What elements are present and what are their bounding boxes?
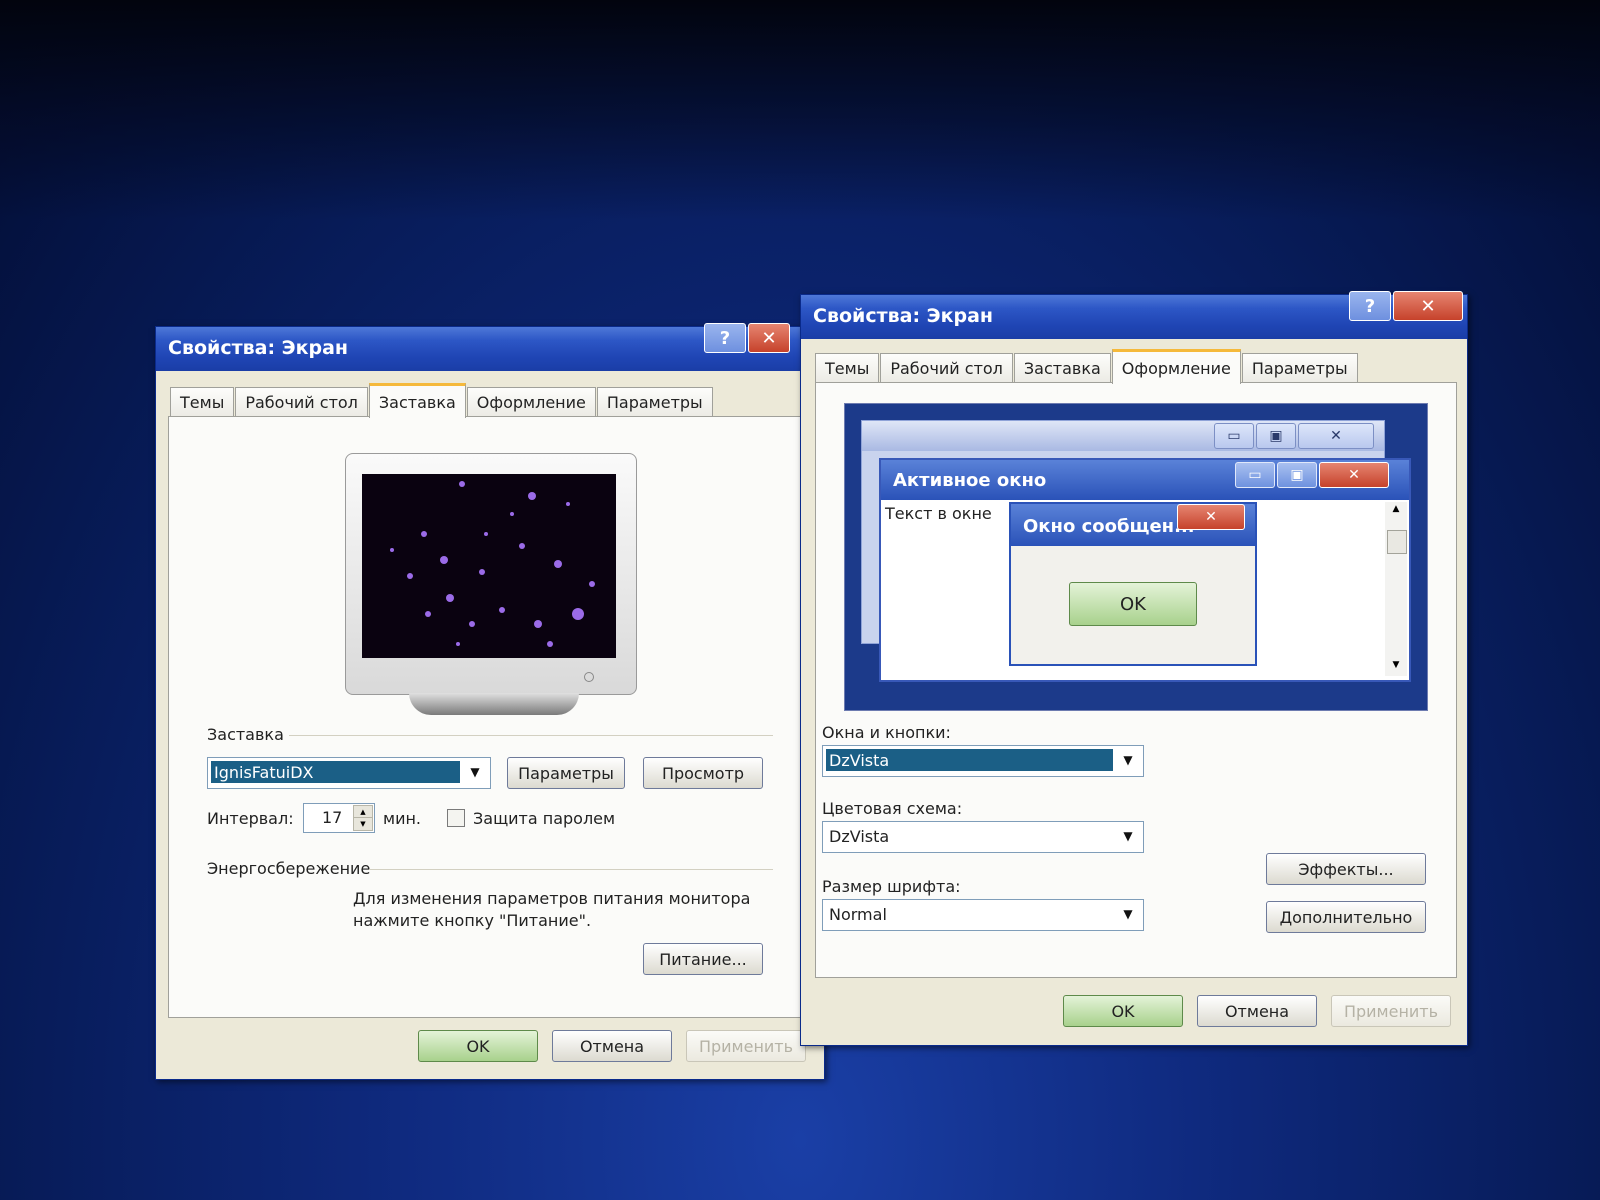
tab-strip: Темы Рабочий стол Заставка Оформление Па… [170, 383, 714, 418]
window-title: Свойства: Экран [813, 305, 994, 327]
monitor-power-led [584, 672, 594, 682]
titlebar[interactable]: Свойства: Экран ? ✕ [156, 323, 824, 371]
font-size-label: Размер шрифта: [822, 877, 961, 896]
tab-panel: ▭ ▣ ✕ Активное окно ▭ ▣ ✕ Текст в окне ▲… [815, 382, 1457, 978]
tab-screensaver[interactable]: Заставка [1013, 353, 1111, 382]
font-size-select[interactable]: Normal ▼ [822, 899, 1144, 931]
cancel-button[interactable]: Отмена [552, 1030, 672, 1062]
group-divider [289, 735, 773, 736]
help-button[interactable]: ? [1349, 291, 1391, 321]
power-text-line2: нажмите кнопку "Питание". [353, 911, 592, 930]
maximize-icon: ▣ [1256, 423, 1296, 449]
screensaver-preview-image [362, 474, 616, 658]
interval-unit: мин. [383, 809, 422, 828]
scroll-down-icon: ▼ [1392, 660, 1400, 670]
titlebar[interactable]: Свойства: Экран ? ✕ [801, 291, 1467, 339]
monitor-stand [409, 693, 579, 715]
monitor-preview [345, 453, 637, 695]
chevron-down-icon[interactable]: ▼ [1117, 904, 1139, 924]
chevron-down-icon[interactable]: ▼ [1117, 826, 1139, 846]
screensaver-select-value: IgnisFatuiDX [211, 761, 460, 783]
color-scheme-select[interactable]: DzVista ▼ [822, 821, 1144, 853]
tab-themes[interactable]: Темы [815, 353, 880, 382]
tab-screensaver[interactable]: Заставка [368, 383, 466, 418]
close-icon: ✕ [1177, 504, 1245, 530]
tab-settings[interactable]: Параметры [596, 387, 713, 416]
screensaver-settings-button[interactable]: Параметры [507, 757, 625, 789]
chevron-down-icon[interactable]: ▼ [464, 762, 486, 782]
power-text-line1: Для изменения параметров питания монитор… [353, 889, 751, 908]
preview-message-ok-button: OK [1069, 582, 1197, 626]
desktop-background [0, 0, 1600, 220]
advanced-button[interactable]: Дополнительно [1266, 901, 1426, 933]
screensaver-select[interactable]: IgnisFatuiDX ▼ [207, 757, 491, 789]
preview-scrollbar: ▲ ▼ [1385, 502, 1407, 676]
preview-window-text: Текст в окне [885, 504, 992, 523]
maximize-icon: ▣ [1277, 462, 1317, 488]
help-button[interactable]: ? [704, 323, 746, 353]
apply-button: Применить [686, 1030, 806, 1062]
close-icon: ✕ [1298, 423, 1374, 449]
group-divider [369, 869, 773, 870]
chevron-down-icon[interactable]: ▼ [1117, 750, 1139, 770]
preview-message-box: Окно сообщен... ✕ OK [1009, 502, 1257, 666]
tab-strip: Темы Рабочий стол Заставка Оформление Па… [815, 349, 1359, 384]
interval-value: 17 [322, 808, 343, 827]
tab-desktop[interactable]: Рабочий стол [235, 387, 368, 416]
appearance-preview: ▭ ▣ ✕ Активное окно ▭ ▣ ✕ Текст в окне ▲… [844, 403, 1428, 711]
power-button[interactable]: Питание... [643, 943, 763, 975]
spin-down-icon[interactable]: ▼ [353, 817, 373, 831]
tab-appearance[interactable]: Оформление [1111, 349, 1241, 384]
close-icon: ✕ [1319, 462, 1389, 488]
cancel-button[interactable]: Отмена [1197, 995, 1317, 1027]
scroll-up-icon: ▲ [1392, 504, 1400, 514]
ok-button[interactable]: OK [1063, 995, 1183, 1027]
windows-buttons-select[interactable]: DzVista ▼ [822, 745, 1144, 777]
preview-button[interactable]: Просмотр [643, 757, 763, 789]
minimize-icon: ▭ [1214, 423, 1254, 449]
tab-panel: Заставка IgnisFatuiDX ▼ Параметры Просмо… [168, 416, 810, 1018]
password-label: Защита паролем [473, 809, 616, 828]
preview-message-title: Окно сообщен... [1023, 516, 1195, 537]
preview-active-window-title: Активное окно [893, 470, 1047, 491]
tab-desktop[interactable]: Рабочий стол [880, 353, 1013, 382]
minimize-icon: ▭ [1235, 462, 1275, 488]
ok-button[interactable]: OK [418, 1030, 538, 1062]
interval-label: Интервал: [207, 809, 294, 828]
interval-spinner[interactable]: 17 ▲ ▼ [303, 803, 375, 833]
display-properties-window-screensaver: Свойства: Экран ? ✕ Темы Рабочий стол За… [155, 323, 825, 1080]
tab-appearance[interactable]: Оформление [466, 387, 596, 416]
tab-settings[interactable]: Параметры [1241, 353, 1358, 382]
password-checkbox[interactable] [447, 809, 465, 827]
power-group-label: Энергосбережение [207, 859, 371, 878]
display-properties-window-appearance: Свойства: Экран ? ✕ Темы Рабочий стол За… [800, 291, 1468, 1046]
screensaver-group-label: Заставка [207, 725, 284, 744]
windows-buttons-label: Окна и кнопки: [822, 723, 951, 742]
windows-buttons-value: DzVista [826, 749, 1113, 771]
window-title: Свойства: Экран [168, 337, 349, 359]
color-scheme-value: DzVista [829, 826, 890, 846]
effects-button[interactable]: Эффекты... [1266, 853, 1426, 885]
scroll-thumb [1387, 530, 1407, 554]
close-button[interactable]: ✕ [1393, 291, 1463, 321]
font-size-value: Normal [829, 904, 887, 924]
color-scheme-label: Цветовая схема: [822, 799, 963, 818]
tab-themes[interactable]: Темы [170, 387, 235, 416]
close-button[interactable]: ✕ [748, 323, 790, 353]
apply-button: Применить [1331, 995, 1451, 1027]
